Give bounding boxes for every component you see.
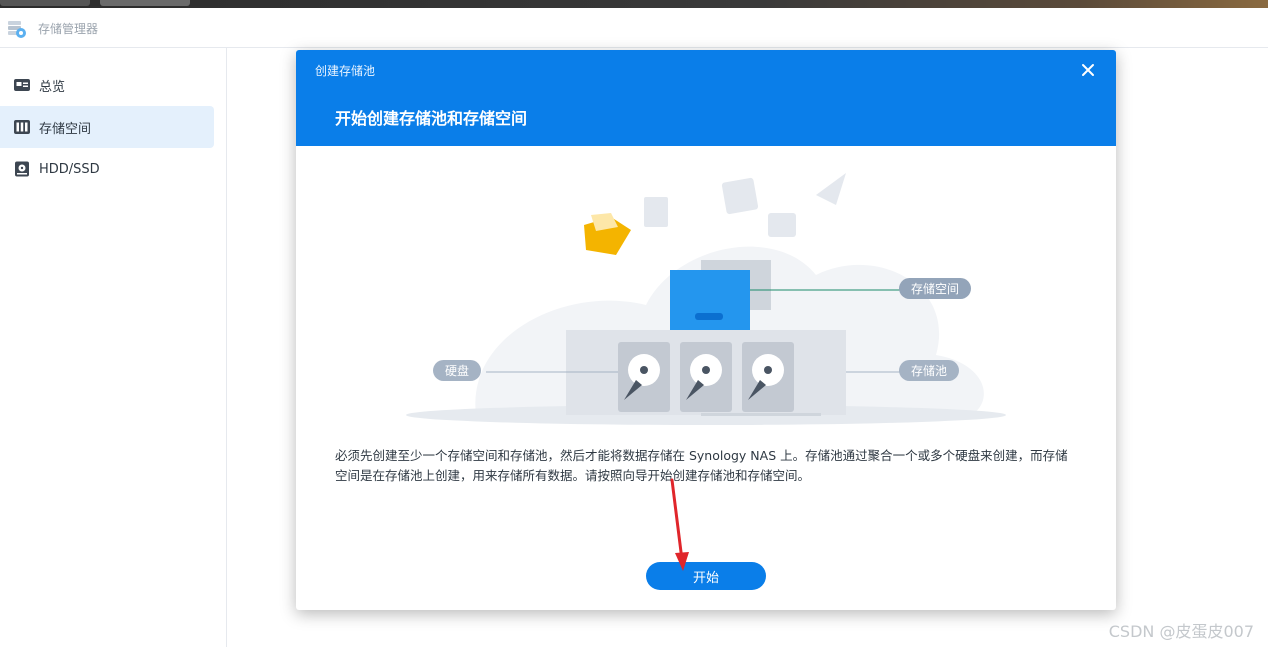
sidebar-item-label: 总览 xyxy=(39,79,66,95)
volume-label-pill: 存储空间 xyxy=(899,278,971,299)
storage-illustration: 存储空间 硬盘 存储池 xyxy=(396,165,1016,430)
dialog-header: 创建存储池 开始创建存储池和存储空间 xyxy=(296,50,1116,146)
desktop-top-strip xyxy=(0,0,1268,8)
create-pool-dialog: 创建存储池 开始创建存储池和存储空间 存储空间 硬盘 存储池 必须先创建至少一个… xyxy=(296,50,1116,610)
taskbar-tab xyxy=(0,0,90,6)
overview-icon xyxy=(14,79,30,91)
disk-icon xyxy=(15,161,29,177)
app-title: 存储管理器 xyxy=(38,22,99,36)
dialog-heading: 开始创建存储池和存储空间 xyxy=(335,109,528,128)
taskbar-tab-active xyxy=(100,0,190,6)
volume-label: 存储空间 xyxy=(910,282,959,296)
csdn-watermark: CSDN @皮蛋皮007 xyxy=(1108,622,1254,641)
sidebar-item-storage[interactable]: 存储空间 xyxy=(0,106,214,148)
sidebar-item-label: 存储空间 xyxy=(39,121,92,137)
pool-label: 存储池 xyxy=(910,364,947,378)
dialog-description: 必须先创建至少一个存储空间和存储池，然后才能将数据存储在 Synology NA… xyxy=(335,448,1068,483)
app-titlebar: 存储管理器 xyxy=(0,8,1268,48)
close-icon[interactable] xyxy=(1078,60,1098,80)
sidebar-item-hdd-ssd[interactable]: HDD/SSD xyxy=(0,148,214,190)
disk-label: 硬盘 xyxy=(444,364,469,378)
sidebar-item-label: HDD/SSD xyxy=(39,161,100,177)
dialog-window-title: 创建存储池 xyxy=(315,64,376,78)
sidebar: 总览 存储空间 HDD/SSD xyxy=(0,48,227,647)
storage-icon xyxy=(14,120,30,134)
storage-manager-logo-icon xyxy=(8,21,26,38)
sidebar-item-overview[interactable]: 总览 xyxy=(0,64,214,106)
start-button[interactable]: 开始 xyxy=(646,562,766,590)
pool-label-pill: 存储池 xyxy=(899,360,959,381)
disk-label-pill: 硬盘 xyxy=(433,360,481,381)
